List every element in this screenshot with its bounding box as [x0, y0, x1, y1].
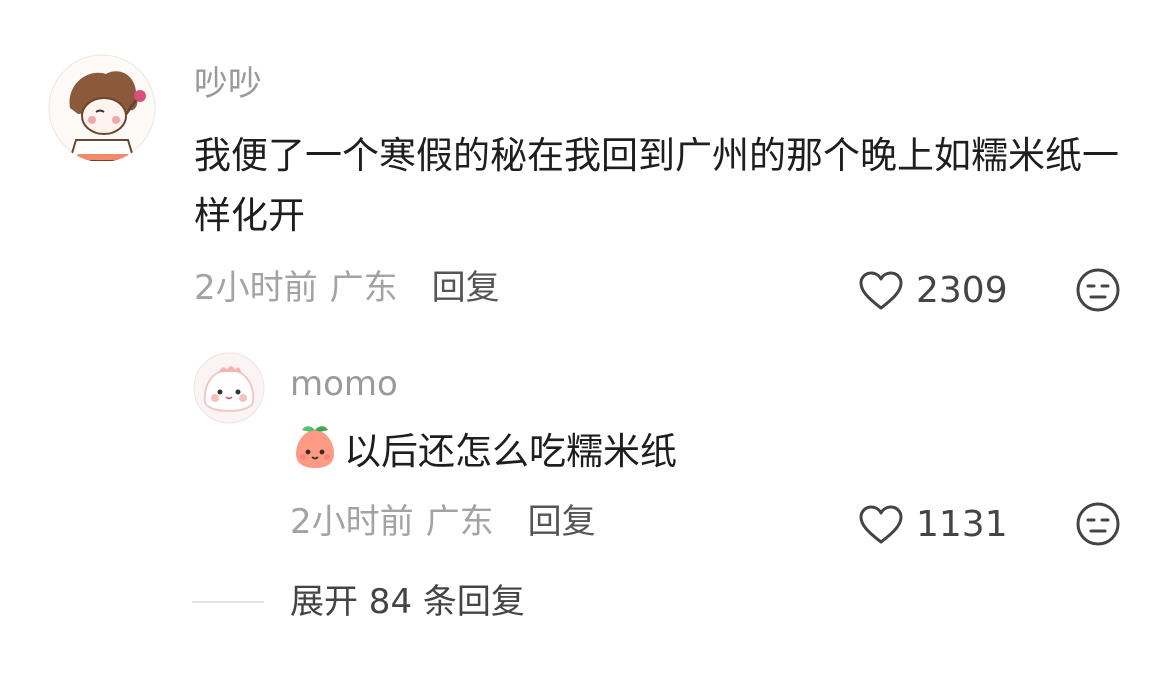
heart-outline-icon [859, 505, 903, 544]
reply-text: 以后还怎么吃糯米纸 [344, 430, 677, 473]
like-count: 2309 [916, 270, 1008, 311]
username[interactable]: 吵吵 [194, 64, 262, 104]
comment-text: 我便了一个寒假的秘在我回到广州的那个晚上如糯米纸一样化开 [194, 134, 1119, 237]
comment-meta: 2小时前 广东 回复 [194, 268, 500, 308]
comment-item: 吵吵 我便了一个寒假的秘在我回到广州的那个晚上如糯米纸一样化开 2小时前 广东 … [0, 0, 1169, 686]
reply-meta: 2小时前 广东 回复 [290, 502, 596, 542]
location: 广东 [425, 502, 494, 542]
expand-replies-button[interactable]: 展开 84 条回复 [290, 582, 525, 622]
expand-replies-row: 展开 84 条回复 [192, 582, 525, 622]
like-button[interactable]: 1131 [858, 504, 1008, 546]
avatar[interactable] [48, 54, 156, 162]
dislike-button[interactable] [1074, 266, 1122, 318]
neutral-face-icon [1076, 502, 1120, 546]
heart-outline-icon [859, 271, 903, 310]
neutral-face-icon [1076, 268, 1120, 312]
reply-text-row: 以后还怎么吃糯米纸 [290, 422, 677, 482]
reply-item: momo 以后还怎么吃糯米纸 2小时前 广东 回复 1131 [0, 340, 1169, 560]
avatar[interactable] [193, 352, 265, 424]
dislike-button[interactable] [1074, 500, 1122, 552]
timestamp: 2小时前 [194, 268, 318, 308]
reply-button[interactable]: 回复 [528, 502, 596, 542]
location: 广东 [329, 268, 398, 308]
timestamp: 2小时前 [290, 502, 414, 542]
like-count: 1131 [916, 504, 1008, 545]
reply-button[interactable]: 回复 [432, 268, 500, 308]
like-button[interactable]: 2309 [858, 270, 1008, 312]
divider [192, 601, 264, 603]
peach-face-emoji [296, 426, 334, 468]
username[interactable]: momo [290, 364, 398, 404]
